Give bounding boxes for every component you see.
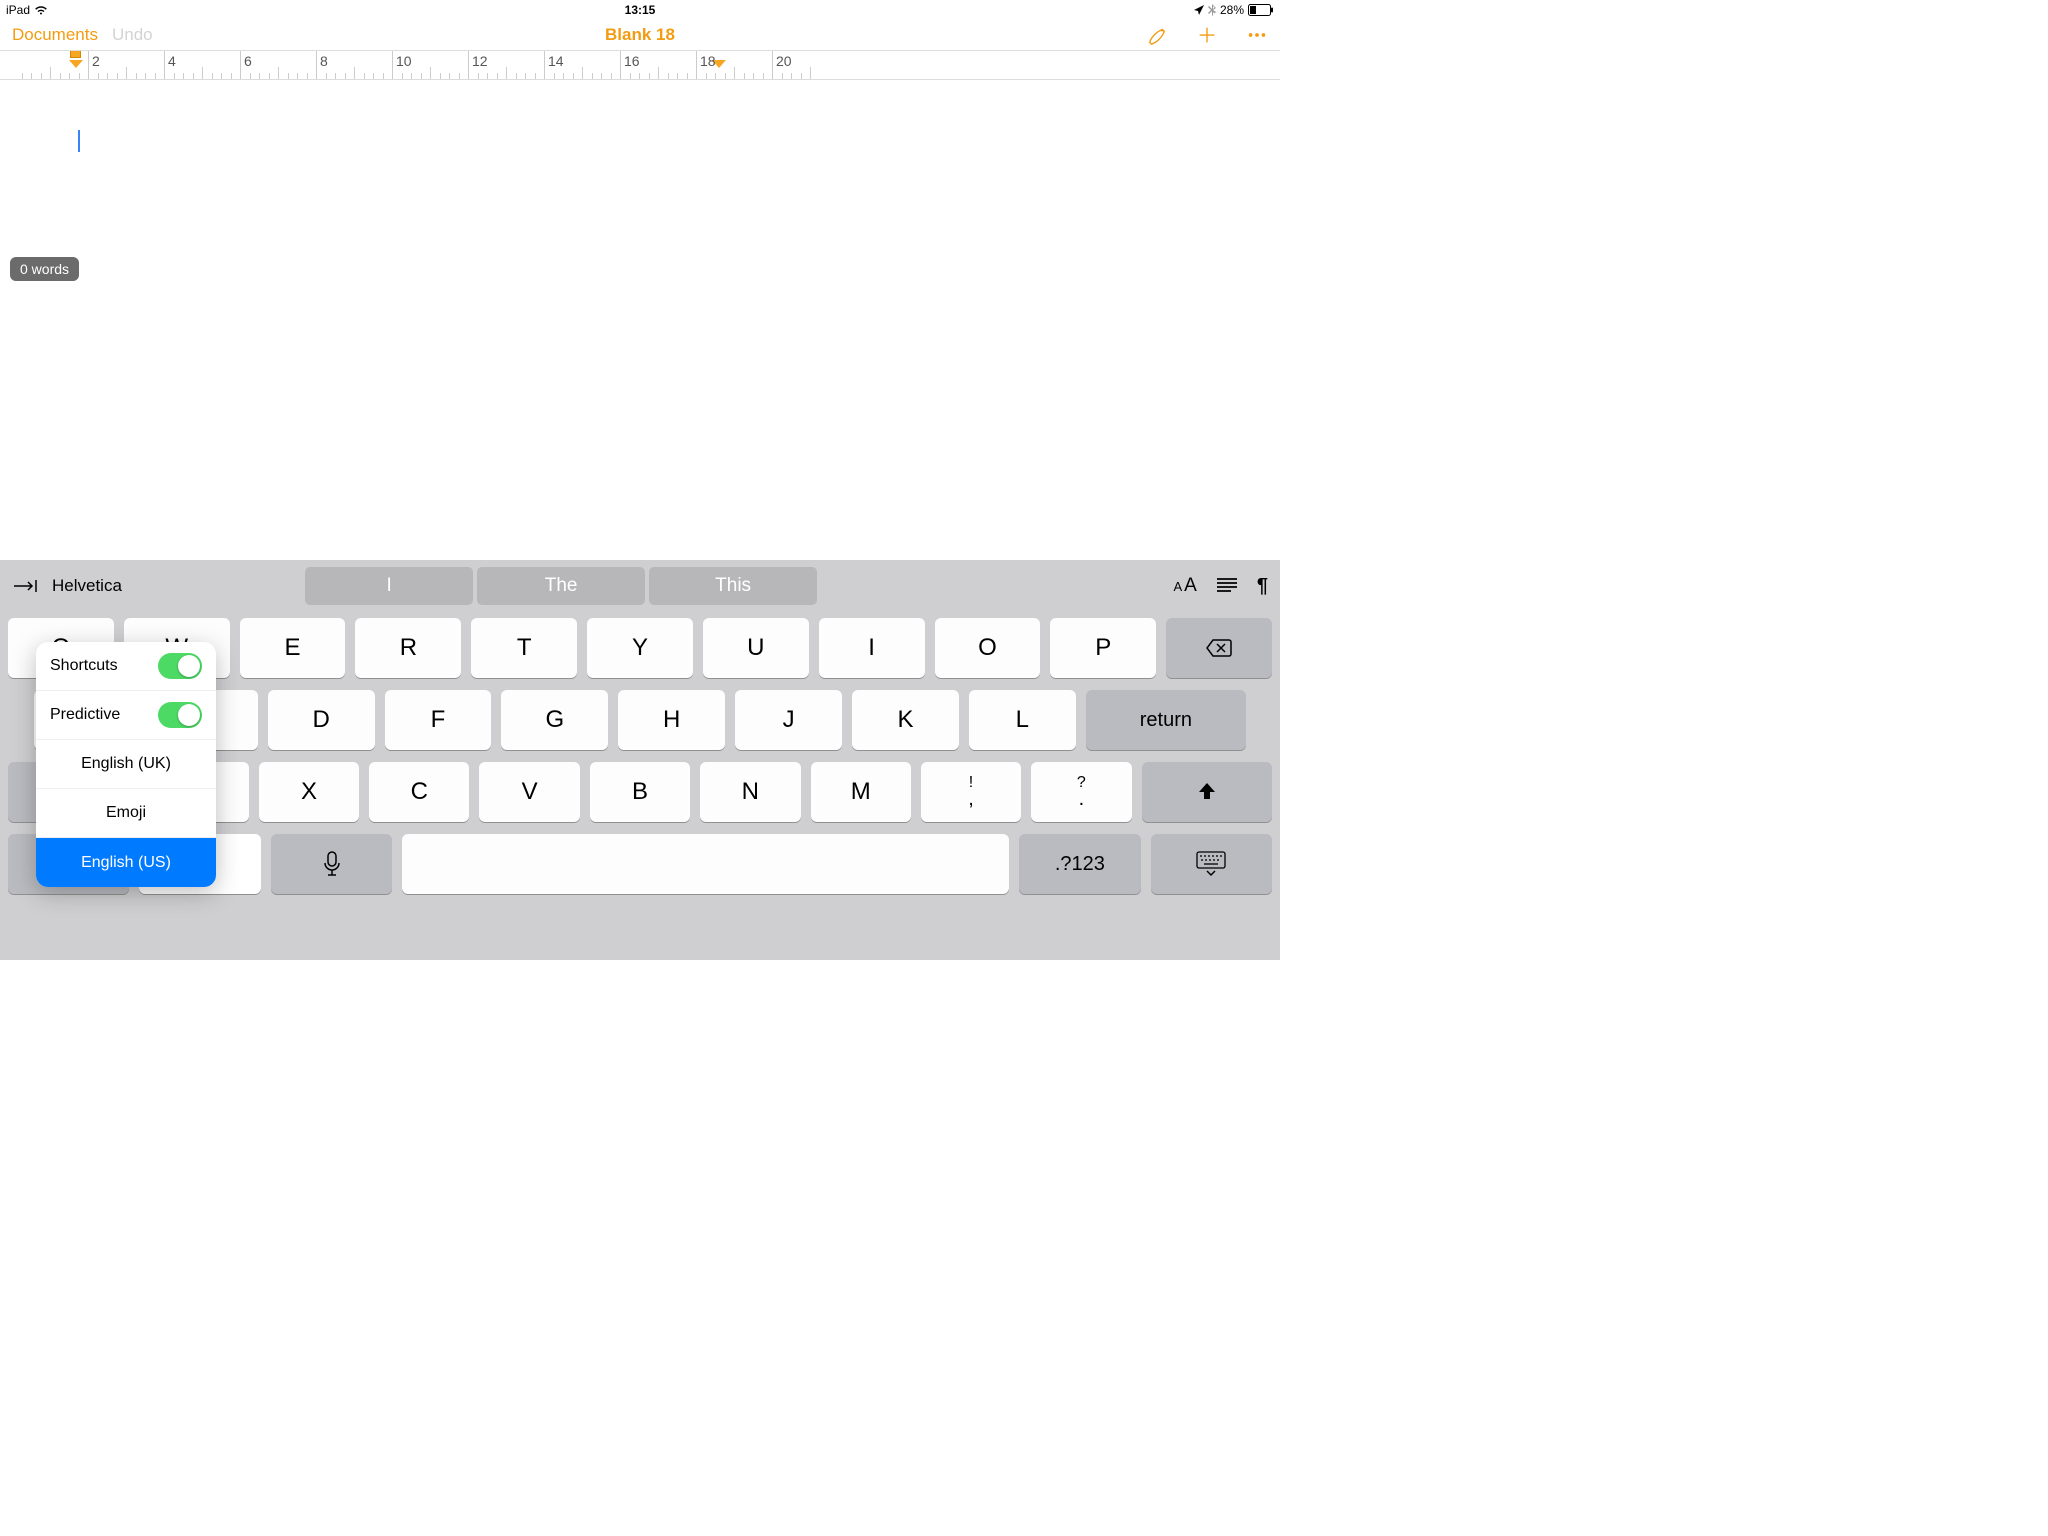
key-d[interactable]: D [268,690,375,750]
predictive-toggle-row[interactable]: Predictive [36,691,216,740]
keyboard-top-bar: Helvetica I The This AA ¶ [0,560,1280,612]
location-icon [1194,5,1204,15]
key-h[interactable]: H [618,690,725,750]
ruler-first-line-indent[interactable] [70,50,81,58]
key-x[interactable]: X [259,762,359,822]
dictation-key[interactable] [271,834,392,894]
return-key[interactable]: return [1086,690,1246,750]
document-title[interactable]: Blank 18 [605,25,675,45]
documents-button[interactable]: Documents [12,25,98,45]
ruler-label: 12 [472,53,488,69]
key-g[interactable]: G [501,690,608,750]
punct-period-key[interactable]: ?. [1031,762,1131,822]
key-c[interactable]: C [369,762,469,822]
emoji-option[interactable]: Emoji [36,789,216,838]
ruler[interactable]: 2 4 6 8 10 12 14 16 18 20 [0,50,1280,80]
ruler-label: 10 [396,53,412,69]
punct-comma-key[interactable]: !, [921,762,1021,822]
space-key[interactable] [402,834,1009,894]
backspace-key[interactable] [1166,618,1272,678]
key-m[interactable]: M [811,762,911,822]
ruler-left-indent[interactable] [69,60,83,68]
ruler-label: 4 [168,53,176,69]
key-b[interactable]: B [590,762,690,822]
wifi-icon [34,4,48,16]
shortcuts-label: Shortcuts [50,657,118,675]
key-e[interactable]: E [240,618,346,678]
paragraph-icon[interactable]: ¶ [1257,575,1268,598]
status-time: 13:15 [625,3,656,17]
ruler-label: 18 [700,53,716,69]
word-count-badge[interactable]: 0 words [10,257,79,281]
key-r[interactable]: R [355,618,461,678]
text-cursor [78,130,80,152]
dismiss-keyboard-key[interactable] [1151,834,1272,894]
document-area[interactable] [0,80,1280,280]
predictive-label: Predictive [50,706,120,724]
key-j[interactable]: J [735,690,842,750]
font-size-icon[interactable]: AA [1173,575,1196,597]
ruler-label: 6 [244,53,252,69]
keyboard: Helvetica I The This AA ¶ QWERTYUIOP ASD… [0,560,1280,960]
battery-percent: 28% [1220,3,1244,17]
shortcuts-toggle-row[interactable]: Shortcuts [36,642,216,691]
shift-key-right[interactable] [1142,762,1272,822]
status-bar: iPad 13:15 28% [0,0,1280,20]
key-k[interactable]: K [852,690,959,750]
undo-button[interactable]: Undo [112,25,153,45]
suggestion-1[interactable]: I [305,567,473,605]
symbols-key-right[interactable]: .?123 [1019,834,1140,894]
key-f[interactable]: F [385,690,492,750]
bluetooth-icon [1208,4,1216,16]
font-name[interactable]: Helvetica [52,576,122,596]
suggestion-2[interactable]: The [477,567,645,605]
key-u[interactable]: U [703,618,809,678]
key-v[interactable]: V [479,762,579,822]
device-label: iPad [6,3,30,17]
battery-icon [1248,4,1274,16]
key-o[interactable]: O [935,618,1041,678]
english-uk-option[interactable]: English (UK) [36,740,216,789]
format-brush-icon[interactable] [1146,24,1168,46]
key-n[interactable]: N [700,762,800,822]
ruler-label: 16 [624,53,640,69]
ruler-label: 14 [548,53,564,69]
more-icon[interactable] [1246,24,1268,46]
key-i[interactable]: I [819,618,925,678]
align-icon[interactable] [1217,578,1237,594]
toolbar: Documents Undo Blank 18 [0,20,1280,50]
key-y[interactable]: Y [587,618,693,678]
add-icon[interactable] [1196,24,1218,46]
tab-icon[interactable] [12,576,42,596]
ruler-label: 20 [776,53,792,69]
ruler-label: 8 [320,53,328,69]
key-l[interactable]: L [969,690,1076,750]
keyboard-language-popup: Shortcuts Predictive English (UK) Emoji … [36,642,216,887]
predictive-toggle[interactable] [158,702,202,728]
key-t[interactable]: T [471,618,577,678]
ruler-label: 2 [92,53,100,69]
key-p[interactable]: P [1050,618,1156,678]
shortcuts-toggle[interactable] [158,653,202,679]
english-us-option[interactable]: English (US) [36,838,216,887]
suggestion-3[interactable]: This [649,567,817,605]
